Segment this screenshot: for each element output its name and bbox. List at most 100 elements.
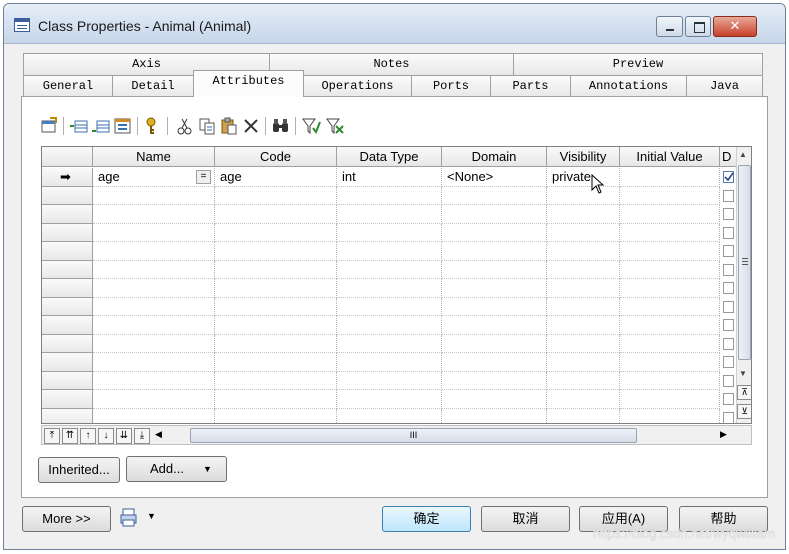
grid-cell[interactable] bbox=[442, 371, 547, 390]
table-row[interactable] bbox=[42, 186, 734, 205]
checkbox[interactable] bbox=[723, 282, 734, 294]
copy-icon[interactable] bbox=[197, 116, 217, 136]
grid-cell[interactable] bbox=[547, 408, 620, 423]
grid-cell[interactable] bbox=[547, 390, 620, 409]
grid-cell[interactable] bbox=[215, 260, 337, 279]
table-row[interactable] bbox=[42, 316, 734, 335]
grid-cell[interactable] bbox=[215, 297, 337, 316]
move-down-fast-button[interactable]: ⇊ bbox=[116, 428, 132, 444]
scroll-thumb[interactable] bbox=[738, 165, 751, 360]
grid-cell[interactable] bbox=[93, 223, 215, 242]
grid-cell[interactable] bbox=[442, 297, 547, 316]
tab-java[interactable]: Java bbox=[686, 75, 763, 97]
grid-cell[interactable] bbox=[620, 390, 720, 409]
add-button[interactable]: Add... ▼ bbox=[126, 456, 227, 482]
scroll-left-icon[interactable]: ◀ bbox=[155, 429, 162, 440]
cancel-button[interactable]: 取消 bbox=[481, 506, 570, 532]
grid-cell[interactable] bbox=[547, 316, 620, 335]
table-row[interactable] bbox=[42, 242, 734, 261]
row-header[interactable] bbox=[42, 408, 93, 423]
grid-cell[interactable] bbox=[442, 205, 547, 224]
grid-cell[interactable] bbox=[442, 408, 547, 423]
grid-cell[interactable] bbox=[620, 242, 720, 261]
checkbox[interactable] bbox=[723, 189, 734, 202]
ok-button[interactable]: 确定 bbox=[382, 506, 471, 532]
column-header-data-type[interactable]: Data Type bbox=[337, 147, 442, 167]
grid-cell[interactable] bbox=[337, 279, 442, 298]
insert-row-icon[interactable] bbox=[69, 116, 89, 136]
checkbox[interactable] bbox=[723, 226, 734, 239]
grid-cell[interactable] bbox=[337, 205, 442, 224]
grid-cell[interactable] bbox=[337, 334, 442, 353]
close-button[interactable] bbox=[713, 16, 757, 37]
grid-cell[interactable] bbox=[337, 297, 442, 316]
tab-attributes[interactable]: Attributes bbox=[193, 70, 304, 97]
table-row[interactable] bbox=[42, 260, 734, 279]
checkbox[interactable] bbox=[723, 263, 734, 276]
row-header[interactable] bbox=[42, 186, 93, 205]
tab-parts[interactable]: Parts bbox=[490, 75, 571, 97]
grid-cell[interactable] bbox=[337, 316, 442, 335]
scroll-up-icon[interactable]: ▲ bbox=[739, 150, 747, 159]
scroll-down-icon[interactable]: ▼ bbox=[739, 369, 747, 378]
grid-cell[interactable] bbox=[547, 334, 620, 353]
grid-cell[interactable] bbox=[215, 205, 337, 224]
filter-icon[interactable] bbox=[301, 116, 321, 136]
grid-cell[interactable] bbox=[442, 316, 547, 335]
grid-cell[interactable] bbox=[215, 390, 337, 409]
inherited-button[interactable]: Inherited... bbox=[38, 457, 120, 483]
grid-cell[interactable] bbox=[93, 297, 215, 316]
table-row[interactable] bbox=[42, 297, 734, 316]
table-row[interactable] bbox=[42, 408, 734, 423]
grid-cell[interactable] bbox=[215, 279, 337, 298]
horizontal-scroll-thumb[interactable]: III bbox=[190, 428, 637, 443]
grid-cell[interactable] bbox=[547, 371, 620, 390]
checkbox[interactable] bbox=[723, 393, 734, 405]
grid-cell[interactable] bbox=[93, 316, 215, 335]
tab-general[interactable]: General bbox=[23, 75, 113, 97]
move-up-fast-button[interactable]: ⇈ bbox=[62, 428, 78, 444]
cell-code[interactable]: age bbox=[215, 168, 337, 187]
attributes-grid[interactable]: Name Code Data Type Domain Visibility In… bbox=[41, 146, 752, 424]
checkbox[interactable] bbox=[723, 319, 734, 331]
move-up-button[interactable]: ↑ bbox=[80, 428, 96, 444]
cell-name[interactable]: age = bbox=[93, 168, 215, 187]
grid-cell[interactable] bbox=[215, 371, 337, 390]
column-header-domain[interactable]: Domain bbox=[442, 147, 547, 167]
grid-cell[interactable] bbox=[442, 390, 547, 409]
grid-cell[interactable] bbox=[442, 186, 547, 205]
print-menu-button[interactable]: ▼ bbox=[118, 506, 164, 530]
equals-button[interactable]: = bbox=[196, 170, 211, 184]
grid-cell[interactable] bbox=[93, 353, 215, 372]
grid-cell[interactable] bbox=[93, 260, 215, 279]
cell-domain[interactable]: <None> bbox=[442, 168, 547, 187]
grid-cell[interactable] bbox=[547, 205, 620, 224]
grid-cell[interactable] bbox=[547, 297, 620, 316]
minimize-button[interactable] bbox=[656, 16, 683, 37]
grid-cell[interactable] bbox=[547, 260, 620, 279]
checkbox[interactable] bbox=[723, 337, 734, 350]
move-to-top-button[interactable]: ⤒ bbox=[44, 428, 60, 444]
grid-cell[interactable] bbox=[93, 371, 215, 390]
grid-cell[interactable] bbox=[215, 353, 337, 372]
cell-visibility[interactable]: private bbox=[547, 168, 620, 194]
checkbox[interactable] bbox=[723, 245, 734, 257]
grid-cell[interactable] bbox=[620, 334, 720, 353]
grid-cell[interactable] bbox=[215, 408, 337, 423]
row-header[interactable] bbox=[42, 353, 93, 372]
grid-cell[interactable] bbox=[215, 242, 337, 261]
table-row[interactable]: ➡ age = age int <None> private bbox=[42, 168, 734, 194]
column-header-name[interactable]: Name bbox=[93, 147, 215, 167]
move-down-button[interactable]: ↓ bbox=[98, 428, 114, 444]
maximize-button[interactable] bbox=[685, 16, 711, 37]
grid-cell[interactable] bbox=[337, 186, 442, 205]
grid-cell[interactable] bbox=[547, 186, 620, 205]
add-row-icon[interactable] bbox=[91, 116, 111, 136]
grid-cell[interactable] bbox=[215, 334, 337, 353]
grid-cell[interactable] bbox=[620, 279, 720, 298]
grid-cell[interactable] bbox=[620, 316, 720, 335]
row-header[interactable] bbox=[42, 242, 93, 261]
grid-cell[interactable] bbox=[547, 242, 620, 261]
grid-cell[interactable] bbox=[93, 242, 215, 261]
vertical-scrollbar[interactable]: ▲ ▼ ⊼ ⊻ bbox=[736, 147, 751, 423]
